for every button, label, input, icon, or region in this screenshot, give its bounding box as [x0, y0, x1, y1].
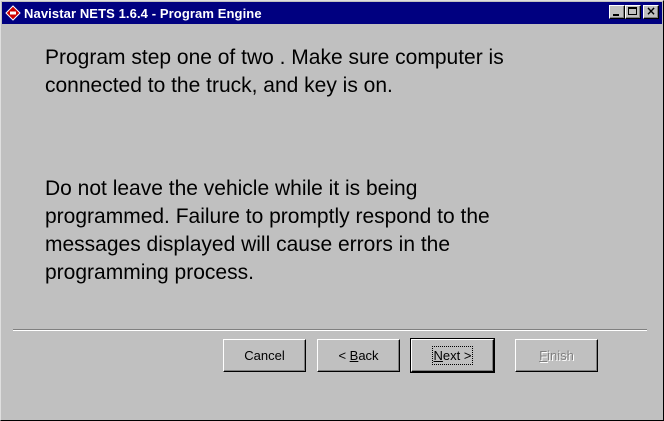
- program-engine-window: Navistar NETS 1.6.4 - Program Engine × P…: [0, 0, 664, 421]
- minimize-icon: [613, 14, 619, 16]
- warning-text: Do not leave the vehicle while it is bei…: [45, 177, 490, 284]
- finish-button[interactable]: Finish: [515, 339, 598, 372]
- title-bar[interactable]: Navistar NETS 1.6.4 - Program Engine ×: [2, 2, 662, 24]
- maximize-button[interactable]: [625, 5, 641, 19]
- cancel-button[interactable]: Cancel: [223, 339, 306, 372]
- next-button[interactable]: Next >: [410, 338, 495, 373]
- window-controls: ×: [609, 4, 659, 19]
- cancel-button-label: Cancel: [244, 348, 285, 363]
- next-button-label: Next >: [431, 346, 474, 365]
- back-button-label: < Back: [338, 348, 379, 363]
- finish-button-label: Finish: [539, 348, 574, 363]
- maximize-icon: [628, 7, 637, 15]
- back-button[interactable]: < Back: [317, 339, 400, 372]
- minimize-button[interactable]: [609, 5, 625, 19]
- step-instruction-text: Program step one of two . Make sure comp…: [45, 46, 504, 97]
- close-button[interactable]: ×: [643, 4, 659, 19]
- close-icon: ×: [645, 4, 657, 18]
- button-separator: [13, 329, 647, 331]
- navistar-diamond-icon: [5, 5, 21, 21]
- window-title: Navistar NETS 1.6.4 - Program Engine: [24, 5, 262, 21]
